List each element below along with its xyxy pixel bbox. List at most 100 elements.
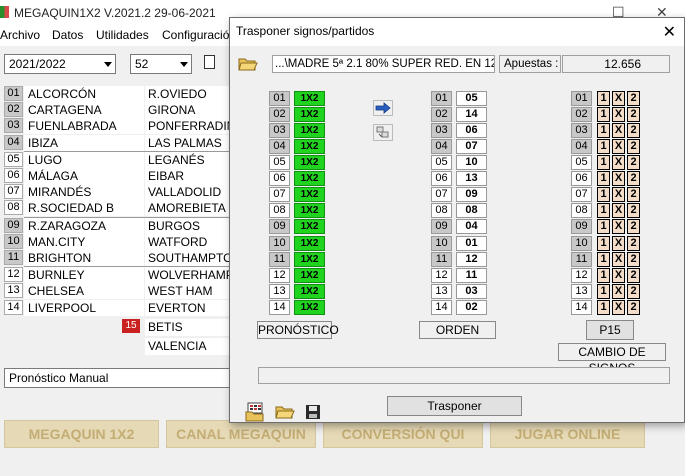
- home-team[interactable]: MAN.CITY: [24, 233, 144, 250]
- home-team[interactable]: LUGO: [24, 151, 144, 168]
- pronostico-cell[interactable]: 1X2: [294, 283, 325, 299]
- away-team[interactable]: WOLVERHAMPTON: [145, 267, 235, 284]
- home-team[interactable]: R.ZARAGOZA: [24, 217, 144, 234]
- away-team[interactable]: EVERTON: [145, 299, 235, 316]
- sign-x[interactable]: X: [612, 171, 625, 187]
- pronostico-cell[interactable]: 1X2: [294, 203, 325, 219]
- orden-cell[interactable]: 03: [456, 283, 487, 299]
- orden-cell[interactable]: 04: [456, 219, 487, 235]
- sign-1[interactable]: 1: [597, 91, 610, 106]
- banner-canal[interactable]: CANAL MEGAQUIN: [166, 420, 316, 448]
- sign-x[interactable]: X: [612, 187, 625, 203]
- sign-1[interactable]: 1: [597, 219, 610, 235]
- home-team[interactable]: MÁLAGA: [24, 168, 144, 184]
- orden-cell[interactable]: 10: [456, 155, 487, 171]
- sign-2[interactable]: 2: [627, 91, 640, 106]
- sign-x[interactable]: X: [612, 123, 625, 139]
- sign-2[interactable]: 2: [627, 123, 640, 139]
- sign-x[interactable]: X: [612, 107, 625, 122]
- sign-x[interactable]: X: [612, 91, 625, 106]
- sign-1[interactable]: 1: [597, 139, 610, 155]
- orden-cell[interactable]: 11: [456, 267, 487, 283]
- sign-2[interactable]: 2: [627, 235, 640, 251]
- sign-1[interactable]: 1: [597, 267, 610, 283]
- sign-x[interactable]: X: [612, 267, 625, 283]
- sign-x[interactable]: X: [612, 203, 625, 219]
- open-folder-icon[interactable]: [238, 56, 258, 72]
- sign-x[interactable]: X: [612, 155, 625, 171]
- sign-1[interactable]: 1: [597, 251, 610, 267]
- banner-conversion[interactable]: CONVERSIÓN QUI: [323, 420, 483, 448]
- home-team[interactable]: CARTAGENA: [24, 102, 144, 119]
- sign-2[interactable]: 2: [627, 187, 640, 203]
- trasponer-button[interactable]: Trasponer: [387, 396, 522, 416]
- menu-datos[interactable]: Datos: [52, 28, 83, 42]
- away-team[interactable]: GIRONA: [145, 102, 235, 119]
- away-team[interactable]: LEGANÉS: [145, 151, 235, 168]
- away-team[interactable]: EIBAR: [145, 168, 235, 184]
- orden-cell[interactable]: 02: [456, 299, 487, 315]
- home-team[interactable]: ALCORCÓN: [24, 86, 144, 102]
- home-team[interactable]: BURNLEY: [24, 267, 144, 284]
- sign-2[interactable]: 2: [627, 251, 640, 267]
- sign-2[interactable]: 2: [627, 283, 640, 299]
- shuffle-icon[interactable]: [373, 124, 393, 141]
- pronostico-cell[interactable]: 1X2: [294, 171, 325, 187]
- sign-2[interactable]: 2: [627, 107, 640, 122]
- sign-2[interactable]: 2: [627, 203, 640, 219]
- menu-utilidades[interactable]: Utilidades: [96, 28, 149, 42]
- orden-cell[interactable]: 13: [456, 171, 487, 187]
- sign-1[interactable]: 1: [597, 171, 610, 187]
- pronostico-cell[interactable]: 1X2: [294, 187, 325, 203]
- away-team[interactable]: PONFERRADINA: [145, 118, 235, 135]
- sign-1[interactable]: 1: [597, 155, 610, 171]
- pronostico-cell[interactable]: 1X2: [294, 267, 325, 283]
- away-team[interactable]: VALLADOLID: [145, 184, 235, 201]
- menu-configuracion[interactable]: Configuración: [162, 28, 236, 42]
- sign-x[interactable]: X: [612, 219, 625, 235]
- open-folder-icon[interactable]: [275, 404, 295, 420]
- new-document-icon[interactable]: [204, 55, 215, 69]
- season-select[interactable]: 2021/2022: [4, 54, 116, 74]
- away-team[interactable]: SOUTHAMPTON: [145, 250, 235, 266]
- home-team[interactable]: LIVERPOOL: [24, 299, 144, 316]
- pronostico-cell[interactable]: 1X2: [294, 91, 325, 106]
- sign-2[interactable]: 2: [627, 267, 640, 283]
- orden-cell[interactable]: 09: [456, 187, 487, 203]
- sign-2[interactable]: 2: [627, 171, 640, 187]
- sign-1[interactable]: 1: [597, 123, 610, 139]
- banner-jugar-online[interactable]: JUGAR ONLINE: [490, 420, 645, 448]
- pronostico-cell[interactable]: 1X2: [294, 107, 325, 122]
- grid-folder-icon[interactable]: [245, 402, 265, 422]
- sign-2[interactable]: 2: [627, 299, 640, 315]
- orden-cell[interactable]: 12: [456, 251, 487, 267]
- pronostico-cell[interactable]: 1X2: [294, 123, 325, 139]
- sign-1[interactable]: 1: [597, 187, 610, 203]
- sign-2[interactable]: 2: [627, 139, 640, 155]
- sign-x[interactable]: X: [612, 283, 625, 299]
- away-team[interactable]: WATFORD: [145, 233, 235, 250]
- jornada-select[interactable]: 52: [130, 54, 192, 74]
- pronostico-cell[interactable]: 1X2: [294, 251, 325, 267]
- sign-1[interactable]: 1: [597, 203, 610, 219]
- away-team[interactable]: LAS PALMAS: [145, 134, 235, 151]
- home-team[interactable]: R.SOCIEDAD B: [24, 200, 144, 217]
- sign-1[interactable]: 1: [597, 235, 610, 251]
- p15-away[interactable]: VALENCIA: [145, 338, 235, 355]
- away-team[interactable]: WEST HAM: [145, 283, 235, 300]
- pronostico-cell[interactable]: 1X2: [294, 299, 325, 315]
- orden-cell[interactable]: 06: [456, 123, 487, 139]
- orden-cell[interactable]: 14: [456, 107, 487, 122]
- orden-cell[interactable]: 05: [456, 91, 487, 106]
- home-team[interactable]: IBIZA: [24, 134, 144, 151]
- home-team[interactable]: CHELSEA: [24, 283, 144, 300]
- pronostico-cell[interactable]: 1X2: [294, 155, 325, 171]
- orden-cell[interactable]: 01: [456, 235, 487, 251]
- orden-cell[interactable]: 08: [456, 203, 487, 219]
- sign-x[interactable]: X: [612, 251, 625, 267]
- sign-2[interactable]: 2: [627, 219, 640, 235]
- arrow-right-icon[interactable]: [373, 100, 393, 116]
- sign-x[interactable]: X: [612, 139, 625, 155]
- pronostico-cell[interactable]: 1X2: [294, 235, 325, 251]
- sign-1[interactable]: 1: [597, 107, 610, 122]
